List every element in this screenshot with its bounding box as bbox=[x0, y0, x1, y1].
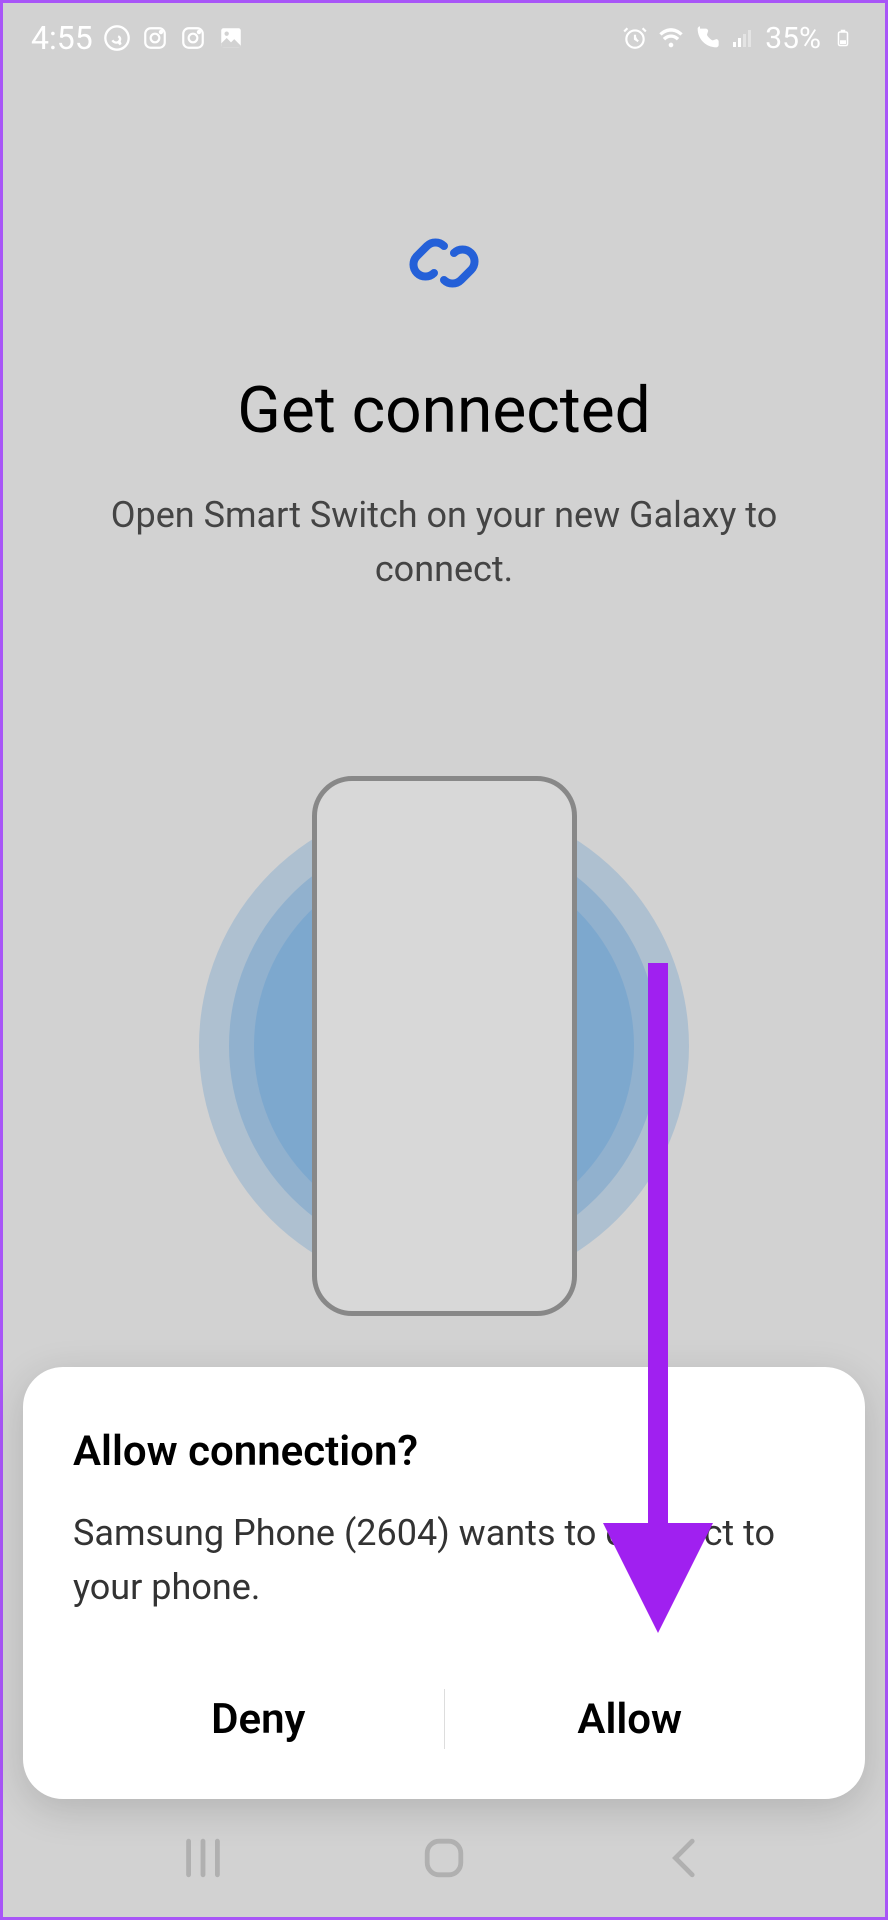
page-subtitle: Open Smart Switch on your new Galaxy to … bbox=[3, 488, 885, 596]
whatsapp-icon bbox=[103, 24, 131, 52]
navigation-bar bbox=[3, 1799, 885, 1917]
dialog-message: Samsung Phone (2604) wants to connect to… bbox=[73, 1506, 815, 1614]
recents-button[interactable] bbox=[173, 1828, 233, 1888]
phone-outline-icon bbox=[312, 776, 577, 1316]
alarm-icon bbox=[621, 24, 649, 52]
instagram-icon bbox=[179, 24, 207, 52]
signal-icon bbox=[729, 24, 757, 52]
device-searching-visual bbox=[194, 746, 694, 1346]
status-time: 4:55 bbox=[31, 19, 93, 57]
deny-button[interactable]: Deny bbox=[73, 1669, 444, 1769]
battery-percent: 35% bbox=[765, 21, 821, 56]
back-button[interactable] bbox=[655, 1828, 715, 1888]
connection-dialog: Allow connection? Samsung Phone (2604) w… bbox=[23, 1367, 865, 1799]
link-icon bbox=[404, 233, 484, 303]
status-bar: 4:55 bbox=[3, 3, 885, 73]
wifi-icon bbox=[657, 24, 685, 52]
battery-icon bbox=[829, 24, 857, 52]
gallery-icon bbox=[217, 24, 245, 52]
page-title: Get connected bbox=[237, 373, 650, 448]
volte-icon bbox=[693, 24, 721, 52]
home-button[interactable] bbox=[414, 1828, 474, 1888]
dialog-title: Allow connection? bbox=[73, 1427, 815, 1476]
allow-button[interactable]: Allow bbox=[445, 1669, 816, 1769]
instagram-icon bbox=[141, 24, 169, 52]
